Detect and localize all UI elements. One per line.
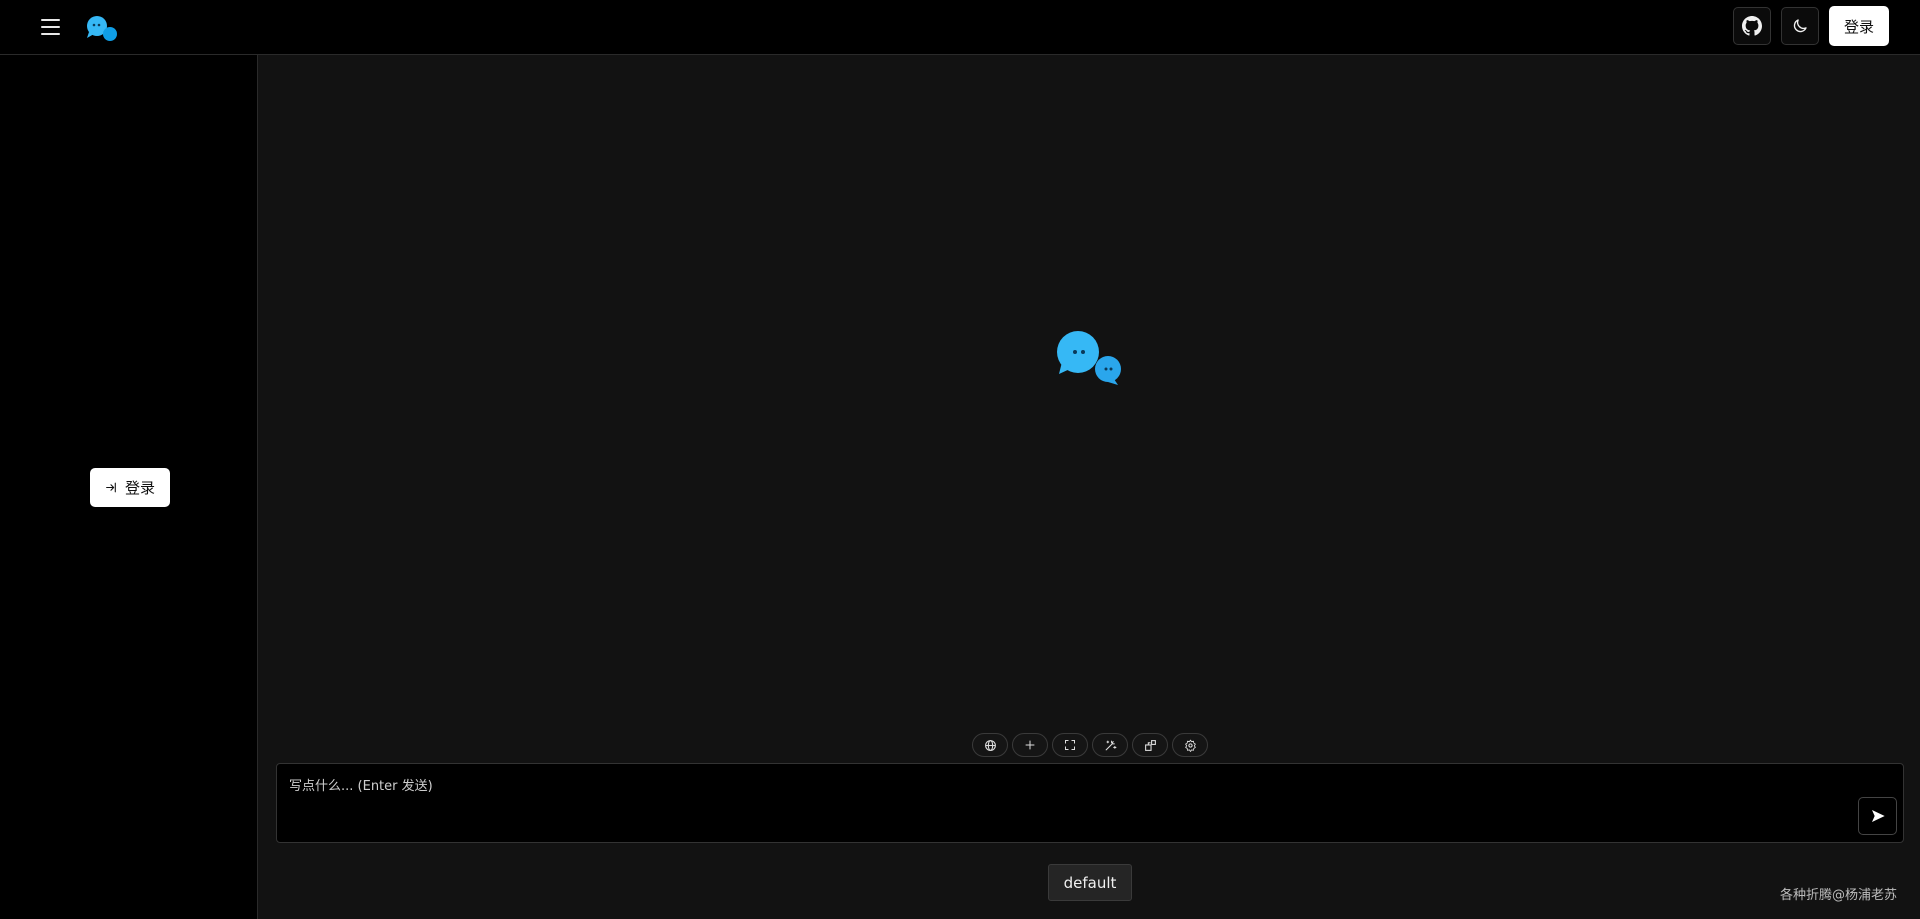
center-chat-logo-icon — [1057, 331, 1121, 385]
input-toolbar — [972, 733, 1208, 757]
plus-icon — [1025, 740, 1035, 750]
top-header: 登录 — [0, 0, 1920, 55]
chat-input[interactable] — [277, 764, 1837, 840]
globe-icon — [984, 739, 996, 751]
send-arrow-icon — [1871, 810, 1885, 822]
new-chat-button[interactable] — [1012, 733, 1048, 757]
github-icon — [1742, 16, 1762, 36]
moon-icon — [1793, 19, 1807, 33]
sidebar: 登录 — [0, 55, 258, 919]
plugins-icon — [1144, 739, 1156, 751]
magic-wand-icon — [1105, 740, 1116, 750]
chat-input-container — [276, 763, 1904, 843]
sidebar-login-button[interactable]: 登录 — [90, 468, 170, 507]
web-search-button[interactable] — [972, 733, 1008, 757]
model-selector[interactable]: default — [1048, 864, 1132, 901]
fullscreen-icon — [1065, 740, 1075, 750]
fullscreen-button[interactable] — [1052, 733, 1088, 757]
gear-icon — [1184, 739, 1196, 752]
send-button[interactable] — [1858, 797, 1897, 835]
footer-credit: 各种折腾@杨浦老苏 — [1780, 888, 1898, 903]
hamburger-menu-icon[interactable] — [38, 14, 64, 40]
chat-bubbles-logo-icon[interactable] — [84, 14, 120, 42]
settings-button[interactable] — [1172, 733, 1208, 757]
sidebar-login-label: 登录 — [124, 479, 155, 497]
github-button[interactable] — [1733, 7, 1771, 45]
theme-toggle-button[interactable] — [1781, 7, 1819, 45]
login-arrow-icon — [106, 482, 116, 493]
prompt-magic-button[interactable] — [1092, 733, 1128, 757]
plugins-button[interactable] — [1132, 733, 1168, 757]
header-login-button[interactable]: 登录 — [1829, 6, 1889, 46]
